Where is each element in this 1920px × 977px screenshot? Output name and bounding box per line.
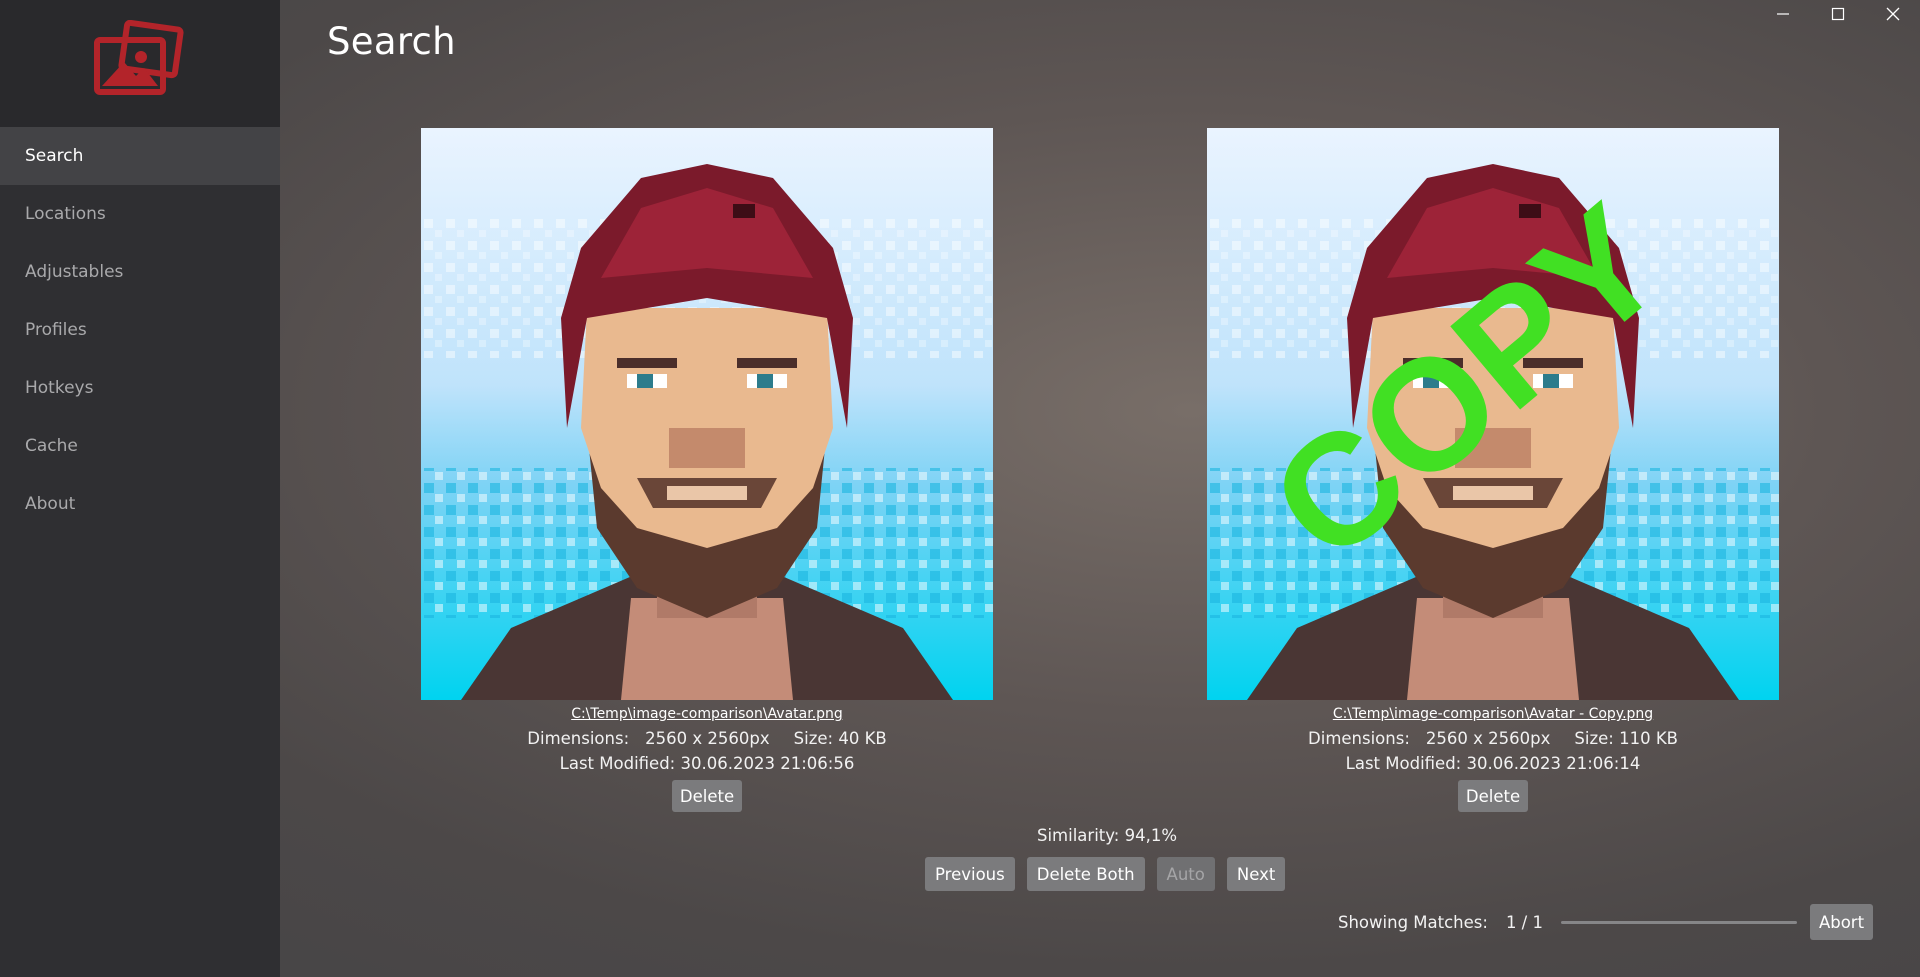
sidebar-item-label: About bbox=[25, 494, 76, 514]
dimensions-value: 2560 x 2560px bbox=[1425, 729, 1551, 748]
right-dimensions-row: Dimensions: 2560 x 2560px Size: 110 KB bbox=[1207, 729, 1779, 748]
page-title: Search bbox=[327, 20, 456, 63]
modified-label: Last Modified: bbox=[559, 754, 676, 773]
right-file-path-link[interactable]: C:\Temp\image-comparison\Avatar - Copy.p… bbox=[1207, 706, 1779, 722]
size-value: 40 KB bbox=[838, 729, 887, 748]
sidebar-item-about[interactable]: About bbox=[0, 475, 280, 533]
similarity-readout: Similarity: 94,1% bbox=[1037, 826, 1177, 845]
modified-label: Last Modified: bbox=[1345, 754, 1462, 773]
search-progress-bar bbox=[1560, 920, 1797, 924]
matches-label: Showing Matches: bbox=[1338, 912, 1488, 932]
image-stack-icon bbox=[90, 19, 186, 104]
left-image-panel: C:\Temp\image-comparison\Avatar.png Dime… bbox=[421, 128, 993, 812]
modified-value: 30.06.2023 21:06:56 bbox=[680, 754, 855, 773]
right-modified-row: Last Modified: 30.06.2023 21:06:14 bbox=[1207, 754, 1779, 773]
dimensions-value: 2560 x 2560px bbox=[645, 729, 770, 748]
previous-button[interactable]: Previous bbox=[925, 857, 1015, 891]
left-file-path-link[interactable]: C:\Temp\image-comparison\Avatar.png bbox=[421, 706, 993, 722]
sidebar-item-label: Locations bbox=[25, 204, 106, 224]
sidebar-item-label: Cache bbox=[25, 436, 78, 456]
sidebar: Search Locations Adjustables Profiles Ho… bbox=[0, 0, 280, 977]
match-navigation: Previous Delete Both Auto Next bbox=[925, 857, 1297, 891]
sidebar-item-label: Search bbox=[25, 146, 84, 166]
sidebar-item-label: Adjustables bbox=[25, 262, 124, 282]
minimize-icon bbox=[1776, 6, 1790, 25]
delete-left-button[interactable]: Delete bbox=[672, 780, 742, 812]
logo-area bbox=[0, 0, 280, 127]
window-controls bbox=[1755, 0, 1920, 30]
size-value: 110 KB bbox=[1619, 729, 1678, 748]
left-dimensions-row: Dimensions: 2560 x 2560px Size: 40 KB bbox=[421, 729, 993, 748]
next-button[interactable]: Next bbox=[1226, 857, 1286, 891]
right-image-panel: COPY C:\Temp\image-comparison\Avatar - C… bbox=[1207, 128, 1779, 812]
maximize-icon bbox=[1831, 6, 1845, 25]
sidebar-item-label: Profiles bbox=[25, 320, 87, 340]
left-image-preview[interactable] bbox=[421, 128, 993, 700]
right-image-preview[interactable]: COPY bbox=[1207, 128, 1779, 700]
minimize-button[interactable] bbox=[1755, 0, 1810, 30]
sidebar-nav: Search Locations Adjustables Profiles Ho… bbox=[0, 127, 280, 533]
sidebar-item-search[interactable]: Search bbox=[0, 127, 280, 185]
sidebar-item-label: Hotkeys bbox=[25, 378, 94, 398]
similarity-label: Similarity: bbox=[1037, 826, 1120, 845]
sidebar-item-profiles[interactable]: Profiles bbox=[0, 301, 280, 359]
size-label: Size: bbox=[1574, 729, 1614, 748]
dimensions-label: Dimensions: bbox=[527, 729, 630, 748]
sidebar-item-cache[interactable]: Cache bbox=[0, 417, 280, 475]
modified-value: 30.06.2023 21:06:14 bbox=[1466, 754, 1641, 773]
size-label: Size: bbox=[793, 729, 834, 748]
similarity-value: 94,1% bbox=[1124, 826, 1178, 845]
status-bar: Showing Matches: 1 / 1 Abort bbox=[1338, 904, 1873, 940]
dimensions-label: Dimensions: bbox=[1308, 729, 1410, 748]
matches-value: 1 / 1 bbox=[1505, 912, 1543, 932]
delete-right-button[interactable]: Delete bbox=[1458, 780, 1528, 812]
sidebar-item-adjustables[interactable]: Adjustables bbox=[0, 243, 280, 301]
delete-both-button[interactable]: Delete Both bbox=[1026, 857, 1145, 891]
sidebar-item-locations[interactable]: Locations bbox=[0, 185, 280, 243]
abort-button[interactable]: Abort bbox=[1809, 904, 1873, 940]
auto-button[interactable]: Auto bbox=[1156, 857, 1215, 891]
maximize-button[interactable] bbox=[1810, 0, 1865, 30]
sidebar-item-hotkeys[interactable]: Hotkeys bbox=[0, 359, 280, 417]
close-icon bbox=[1886, 6, 1900, 25]
close-button[interactable] bbox=[1865, 0, 1920, 30]
left-modified-row: Last Modified: 30.06.2023 21:06:56 bbox=[421, 754, 993, 773]
